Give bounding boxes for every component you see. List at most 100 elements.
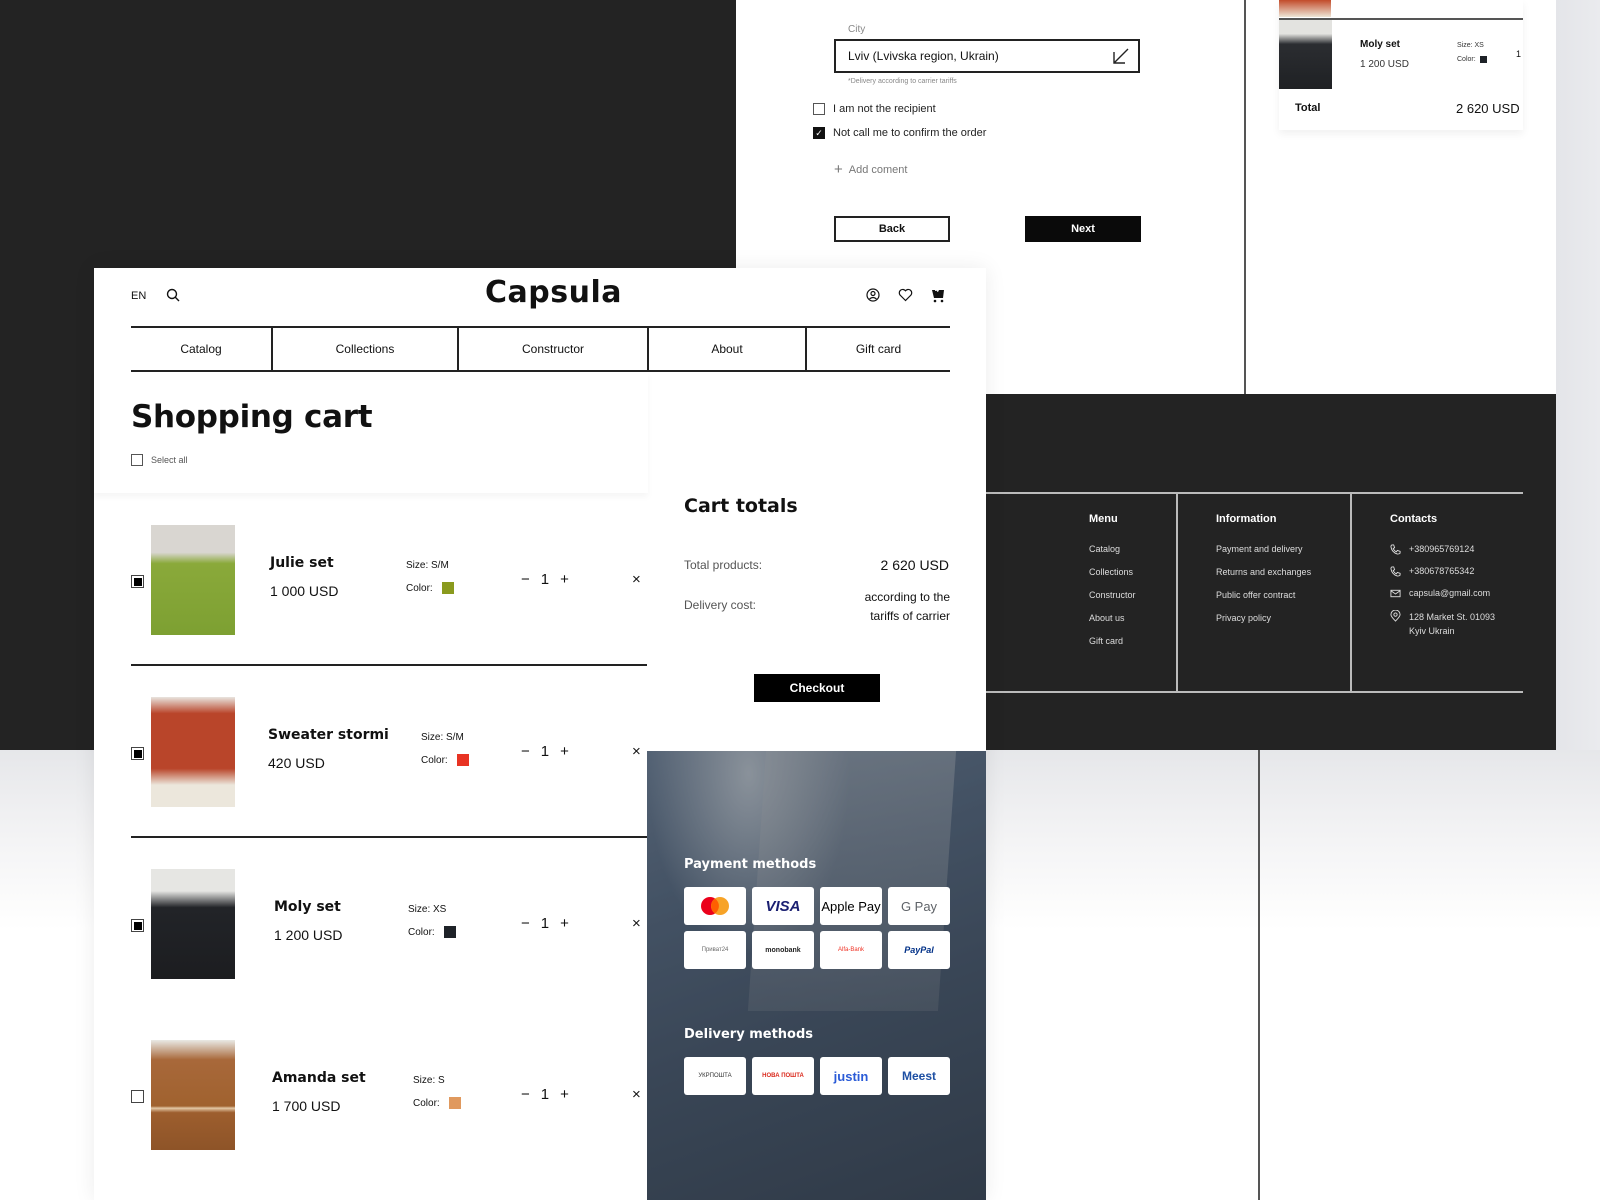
nav-about[interactable]: About bbox=[649, 328, 807, 370]
divider bbox=[986, 691, 1523, 693]
cart-icon[interactable]: 4 bbox=[931, 287, 945, 303]
search-icon[interactable] bbox=[166, 288, 180, 302]
mastercard-icon bbox=[701, 897, 729, 915]
logo[interactable]: Capsula bbox=[485, 275, 622, 310]
nav-constructor[interactable]: Constructor bbox=[459, 328, 649, 370]
delivery-cost-label: Delivery cost: bbox=[684, 598, 757, 612]
monobank-logo: monobank bbox=[765, 946, 801, 954]
decrease-button[interactable]: − bbox=[521, 915, 530, 932]
decrease-button[interactable]: − bbox=[521, 571, 530, 588]
delivery-cost-value: according to the tariffs of carrier bbox=[864, 590, 950, 623]
contact-email[interactable]: capsula@gmail.com bbox=[1390, 588, 1495, 599]
divider bbox=[1176, 493, 1178, 692]
not-recipient-checkbox[interactable]: I am not the recipient bbox=[813, 103, 936, 115]
quantity-stepper: − 1 + bbox=[521, 1086, 569, 1103]
address-line-2: Kyiv Ukrain bbox=[1409, 626, 1455, 636]
summary-item-color: Color: bbox=[1457, 56, 1487, 63]
item-checkbox[interactable] bbox=[131, 1090, 144, 1103]
footer-link-constructor[interactable]: Constructor bbox=[1089, 590, 1136, 600]
item-color: Color: bbox=[413, 1097, 461, 1109]
payment-google-pay: G Pay bbox=[888, 887, 950, 925]
item-name[interactable]: Amanda set bbox=[272, 1070, 366, 1086]
city-input[interactable]: Lviv (Lvivska region, Ukrain) bbox=[834, 39, 1140, 73]
item-price: 420 USD bbox=[268, 755, 325, 771]
divider bbox=[1258, 750, 1260, 1200]
product-image[interactable] bbox=[151, 1040, 235, 1150]
footer-link-catalog[interactable]: Catalog bbox=[1089, 544, 1136, 554]
checkout-button[interactable]: Checkout bbox=[754, 674, 880, 702]
quantity-stepper: − 1 + bbox=[521, 915, 569, 932]
item-size: Size: XS bbox=[408, 904, 447, 915]
item-checkbox[interactable] bbox=[131, 919, 144, 932]
city-hint: *Delivery according to carrier tariffs bbox=[848, 78, 957, 85]
footer-contacts: Contacts +380965769124 +380678765342 cap… bbox=[1390, 513, 1495, 649]
item-checkbox[interactable] bbox=[131, 575, 144, 588]
item-name[interactable]: Moly set bbox=[274, 899, 341, 915]
delivery-meest: Meest bbox=[888, 1057, 950, 1095]
decrease-button[interactable]: − bbox=[521, 1086, 530, 1103]
decrease-button[interactable]: − bbox=[521, 743, 530, 760]
add-comment-button[interactable]: + Add coment bbox=[834, 162, 907, 177]
no-call-label: Not call me to confirm the order bbox=[833, 127, 987, 139]
select-all-checkbox[interactable]: Select all bbox=[131, 454, 188, 466]
color-swatch bbox=[443, 926, 456, 938]
contact-phone-2[interactable]: +380678765342 bbox=[1390, 566, 1495, 577]
background-strip bbox=[1556, 0, 1600, 750]
footer-link-payment[interactable]: Payment and delivery bbox=[1216, 544, 1311, 554]
footer-link-collections[interactable]: Collections bbox=[1089, 567, 1136, 577]
footer-link-returns[interactable]: Returns and exchanges bbox=[1216, 567, 1311, 577]
quantity-stepper: − 1 + bbox=[521, 571, 569, 588]
increase-button[interactable]: + bbox=[560, 915, 569, 932]
delivery-nova-poshta: НОВА ПОШТА bbox=[752, 1057, 814, 1095]
footer-contacts-title: Contacts bbox=[1390, 513, 1438, 525]
footer-link-privacy[interactable]: Privacy policy bbox=[1216, 613, 1311, 623]
back-button[interactable]: Back bbox=[834, 216, 950, 242]
product-image[interactable] bbox=[151, 697, 235, 807]
increase-button[interactable]: + bbox=[560, 571, 569, 588]
footer-link-offer[interactable]: Public offer contract bbox=[1216, 590, 1311, 600]
item-name[interactable]: Sweater stormi bbox=[268, 727, 389, 743]
google-pay-logo: G Pay bbox=[900, 898, 938, 914]
item-color: Color: bbox=[421, 754, 469, 766]
language-selector[interactable]: EN bbox=[131, 290, 146, 302]
footer-link-gift-card[interactable]: Gift card bbox=[1089, 636, 1136, 646]
payment-alfa-bank: Alfa-Bank bbox=[820, 931, 882, 969]
nav-catalog[interactable]: Catalog bbox=[131, 328, 273, 370]
plus-icon: + bbox=[834, 161, 843, 178]
divider bbox=[131, 664, 647, 666]
footer-information: Information Payment and delivery Returns… bbox=[1216, 513, 1311, 636]
increase-button[interactable]: + bbox=[560, 743, 569, 760]
item-name[interactable]: Julie set bbox=[270, 555, 334, 571]
next-button[interactable]: Next bbox=[1025, 216, 1141, 242]
remove-item-button[interactable]: × bbox=[632, 915, 641, 932]
footer-link-about[interactable]: About us bbox=[1089, 613, 1136, 623]
remove-item-button[interactable]: × bbox=[632, 1086, 641, 1103]
heart-icon[interactable] bbox=[898, 288, 913, 302]
remove-item-button[interactable]: × bbox=[632, 743, 641, 760]
methods-background-image bbox=[647, 751, 986, 1200]
divider bbox=[1244, 0, 1246, 394]
checkbox-unchecked[interactable] bbox=[131, 454, 143, 466]
nav-gift-card[interactable]: Gift card bbox=[807, 328, 950, 370]
cart-totals-title: Cart totals bbox=[684, 495, 798, 517]
contact-phone-1[interactable]: +380965769124 bbox=[1390, 544, 1495, 555]
item-price: 1 700 USD bbox=[272, 1098, 341, 1114]
increase-button[interactable]: + bbox=[560, 1086, 569, 1103]
nav-collections[interactable]: Collections bbox=[273, 328, 459, 370]
no-call-checkbox[interactable]: ✓ Not call me to confirm the order bbox=[813, 127, 986, 139]
divider bbox=[131, 836, 647, 838]
checkbox-unchecked[interactable] bbox=[813, 103, 825, 115]
user-icon[interactable] bbox=[866, 288, 880, 302]
delivery-methods-grid: УКРПОШТА НОВА ПОШТА justin Meest bbox=[684, 1057, 950, 1095]
item-checkbox[interactable] bbox=[131, 747, 144, 760]
cart-item-row: Julie set 1 000 USD Size: S/M Color: − 1… bbox=[131, 502, 647, 652]
color-label: Color: bbox=[413, 1097, 440, 1109]
product-image bbox=[1279, 20, 1332, 89]
remove-item-button[interactable]: × bbox=[632, 571, 641, 588]
address-text: 128 Market St. 01093 Kyiv Ukrain bbox=[1409, 610, 1495, 638]
checkbox-checked-icon[interactable]: ✓ bbox=[813, 127, 825, 139]
summary-total-value: 2 620 USD bbox=[1456, 101, 1520, 116]
payment-visa: VISA bbox=[752, 887, 814, 925]
product-image[interactable] bbox=[151, 525, 235, 635]
product-image[interactable] bbox=[151, 869, 235, 979]
